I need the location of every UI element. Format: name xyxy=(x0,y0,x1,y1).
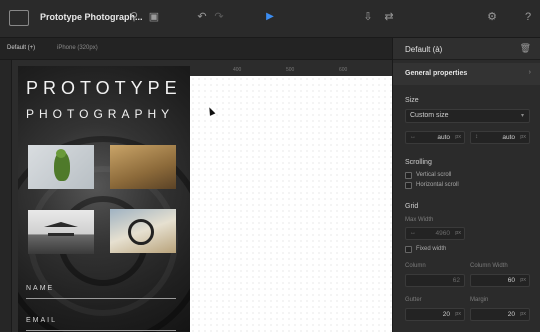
column-width-label: Column Width xyxy=(470,263,508,269)
bicycle-wheel-shape xyxy=(128,219,154,245)
gutter-field[interactable]: 20 px xyxy=(405,308,465,321)
vertical-scroll-checkbox[interactable] xyxy=(405,172,412,179)
panel-title: Default (à) xyxy=(405,45,443,54)
fixed-width-checkbox[interactable] xyxy=(405,246,412,253)
hero-title[interactable]: PROTOTYPE xyxy=(26,78,182,99)
mobile-artboard[interactable]: PROTOTYPE PHOTOGRAPHY NAME EMAIL xyxy=(18,66,190,332)
parrot-head-shape xyxy=(56,149,66,158)
column-count-field[interactable]: 62 xyxy=(405,274,465,287)
hero-subtitle[interactable]: PHOTOGRAPHY xyxy=(26,107,174,121)
margin-value: 20 xyxy=(507,311,515,318)
temple-shape xyxy=(48,222,74,236)
horizontal-scroll-label[interactable]: Horizontal scroll xyxy=(416,182,459,188)
height-field[interactable]: ↕ auto px xyxy=(470,131,530,144)
tab-default[interactable]: Default (+) xyxy=(7,45,35,51)
width-icon: ↔ xyxy=(410,134,416,140)
app-logo[interactable] xyxy=(9,10,29,26)
scrolling-label: Scrolling xyxy=(405,159,432,166)
temple-photo[interactable] xyxy=(28,210,94,254)
general-properties-section[interactable]: General properties › xyxy=(393,63,540,85)
panel-header: Default (à) 🗑 xyxy=(393,38,540,60)
email-label: EMAIL xyxy=(26,317,58,324)
blank-artboard[interactable] xyxy=(190,76,392,332)
horizontal-scroll-checkbox[interactable] xyxy=(405,182,412,189)
grid-label: Grid xyxy=(405,203,419,210)
column-count-value: 62 xyxy=(452,277,460,284)
chevron-down-icon: ▾ xyxy=(520,113,524,119)
share-icon[interactable]: ⇄ xyxy=(381,9,397,25)
fixed-width-label[interactable]: Fixed width xyxy=(416,246,446,252)
wheat-photo[interactable] xyxy=(110,145,176,189)
max-width-unit: px xyxy=(455,230,461,236)
top-toolbar: Prototype Photograph... ⚲ ▣ ↶ ↷ ▶ ⇩ ⇄ ⚙ … xyxy=(0,0,540,38)
column-width-field[interactable]: 60 px xyxy=(470,274,530,287)
ruler-tick-label: 500 xyxy=(286,67,295,73)
vertical-scroll-label[interactable]: Vertical scroll xyxy=(416,172,451,178)
column-label: Column xyxy=(405,263,426,269)
height-icon: ↕ xyxy=(475,134,478,140)
export-icon[interactable]: ⇩ xyxy=(360,9,376,25)
parrot-photo[interactable] xyxy=(28,145,94,189)
chevron-right-icon: › xyxy=(528,69,531,76)
column-width-value: 60 xyxy=(507,277,515,284)
width-value: auto xyxy=(437,134,450,141)
horizontal-ruler: 400 500 600 xyxy=(190,66,392,76)
frame-icon[interactable]: ▣ xyxy=(146,9,162,25)
margin-label: Margin xyxy=(470,297,489,303)
search-icon[interactable]: ⚲ xyxy=(126,9,142,25)
size-preset-select[interactable]: Custom size ▾ xyxy=(405,109,530,123)
max-width-label: Max Width xyxy=(405,217,434,223)
ruler-tick-label: 400 xyxy=(233,67,242,73)
max-width-icon: ↔ xyxy=(410,230,416,236)
margin-field[interactable]: 20 px xyxy=(470,308,530,321)
undo-icon[interactable]: ↶ xyxy=(194,9,210,25)
height-unit: px xyxy=(520,134,526,140)
gutter-value: 20 xyxy=(442,311,450,318)
section-title: General properties xyxy=(405,70,468,77)
email-field-line[interactable] xyxy=(26,330,176,331)
device-tabs: Default (+) iPhone (320px) xyxy=(0,38,392,60)
redo-icon[interactable]: ↷ xyxy=(211,9,227,25)
tab-iphone[interactable]: iPhone (320px) xyxy=(57,45,98,51)
name-label: NAME xyxy=(26,285,55,292)
properties-panel: Default (à) 🗑 General properties › Size … xyxy=(392,38,540,332)
column-width-unit: px xyxy=(520,277,526,283)
vertical-ruler xyxy=(0,60,12,332)
max-width-value: 4960 xyxy=(435,230,450,237)
gutter-label: Gutter xyxy=(405,297,422,303)
trash-icon[interactable]: 🗑 xyxy=(520,43,531,54)
name-field-line[interactable] xyxy=(26,298,176,299)
width-field[interactable]: ↔ auto px xyxy=(405,131,465,144)
height-value: auto xyxy=(502,134,515,141)
play-icon[interactable]: ▶ xyxy=(262,9,278,25)
size-label: Size xyxy=(405,97,419,104)
gear-icon[interactable]: ⚙ xyxy=(484,9,500,25)
bicycle-photo[interactable] xyxy=(110,209,176,253)
size-preset-value: Custom size xyxy=(410,112,449,119)
gutter-unit: px xyxy=(455,311,461,317)
max-width-field[interactable]: ↔ 4960 px xyxy=(405,227,465,240)
ruler-tick-label: 600 xyxy=(339,67,348,73)
help-icon[interactable]: ? xyxy=(520,9,536,25)
width-unit: px xyxy=(455,134,461,140)
margin-unit: px xyxy=(520,311,526,317)
